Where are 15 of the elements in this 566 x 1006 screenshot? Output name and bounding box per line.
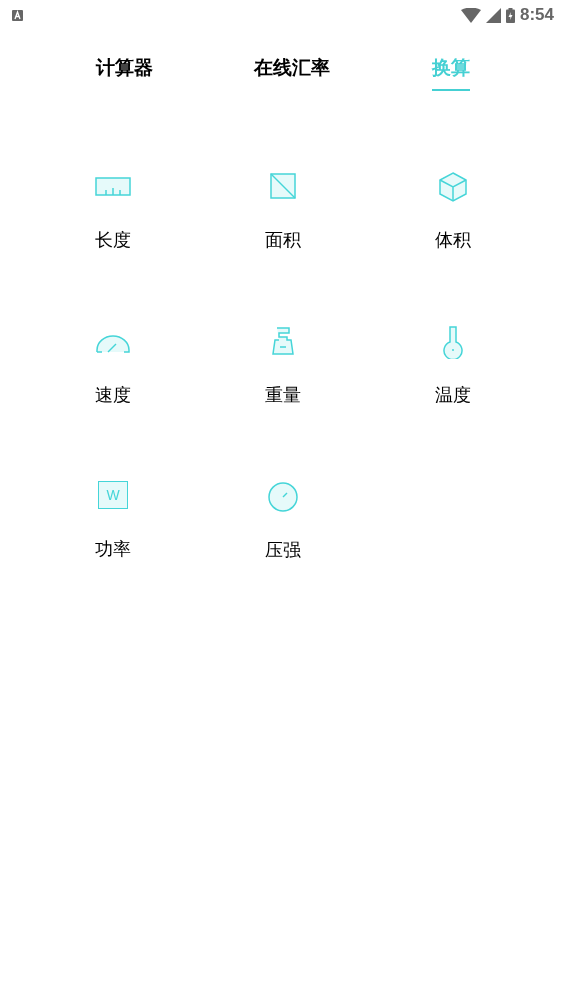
converter-label[interactable]: 功率 [95, 537, 131, 561]
converter-label[interactable]: 长度 [95, 228, 131, 252]
battery-icon [505, 7, 515, 23]
tab[interactable]: 计算器 [40, 56, 208, 100]
notification-icon [12, 9, 23, 21]
converter-label[interactable]: 速度 [95, 383, 131, 407]
signal-icon [485, 7, 501, 23]
wifi-icon [460, 7, 481, 23]
converter-label[interactable]: 重量 [265, 383, 301, 407]
converter-label[interactable]: 温度 [435, 383, 471, 407]
converter-label[interactable]: 压强 [265, 538, 301, 562]
converter-label[interactable]: 面积 [265, 228, 301, 252]
tab[interactable]: 在线汇率 [208, 56, 376, 100]
converter-label[interactable]: 体积 [435, 228, 471, 252]
status-time: 8:54 [519, 4, 554, 27]
